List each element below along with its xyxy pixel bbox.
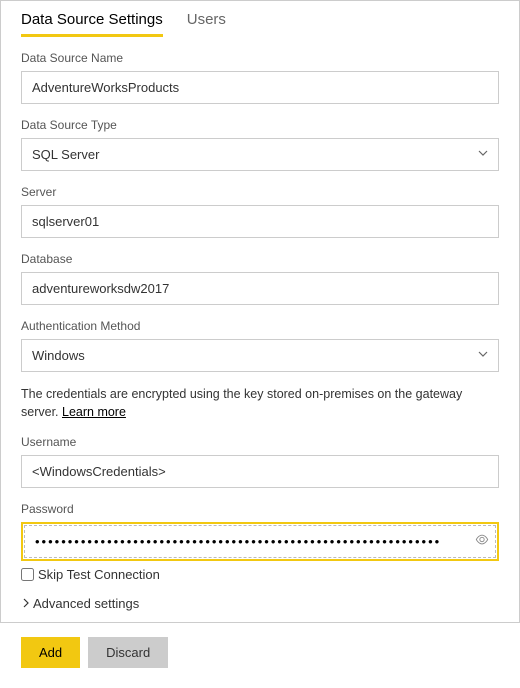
label-data-source-name: Data Source Name <box>21 51 499 65</box>
tab-users[interactable]: Users <box>187 7 226 37</box>
label-data-source-type: Data Source Type <box>21 118 499 132</box>
password-input[interactable] <box>24 525 496 558</box>
server-input[interactable] <box>21 205 499 238</box>
label-database: Database <box>21 252 499 266</box>
username-input[interactable] <box>21 455 499 488</box>
chevron-right-icon <box>21 596 31 611</box>
database-input[interactable] <box>21 272 499 305</box>
data-source-name-input[interactable] <box>21 71 499 104</box>
advanced-settings-label: Advanced settings <box>33 596 139 611</box>
advanced-settings-toggle[interactable]: Advanced settings <box>21 596 499 611</box>
tab-data-source-settings[interactable]: Data Source Settings <box>21 7 163 37</box>
skip-test-label: Skip Test Connection <box>38 567 160 582</box>
data-source-type-select[interactable]: SQL Server <box>21 138 499 171</box>
auth-method-select[interactable]: Windows <box>21 339 499 372</box>
label-server: Server <box>21 185 499 199</box>
tabs: Data Source Settings Users <box>21 7 499 37</box>
discard-button[interactable]: Discard <box>88 637 168 668</box>
credentials-info: The credentials are encrypted using the … <box>21 386 499 421</box>
add-button[interactable]: Add <box>21 637 80 668</box>
label-username: Username <box>21 435 499 449</box>
label-auth-method: Authentication Method <box>21 319 499 333</box>
learn-more-link[interactable]: Learn more <box>62 405 126 419</box>
label-password: Password <box>21 502 499 516</box>
reveal-password-icon[interactable] <box>475 532 489 551</box>
skip-test-checkbox[interactable] <box>21 568 34 581</box>
